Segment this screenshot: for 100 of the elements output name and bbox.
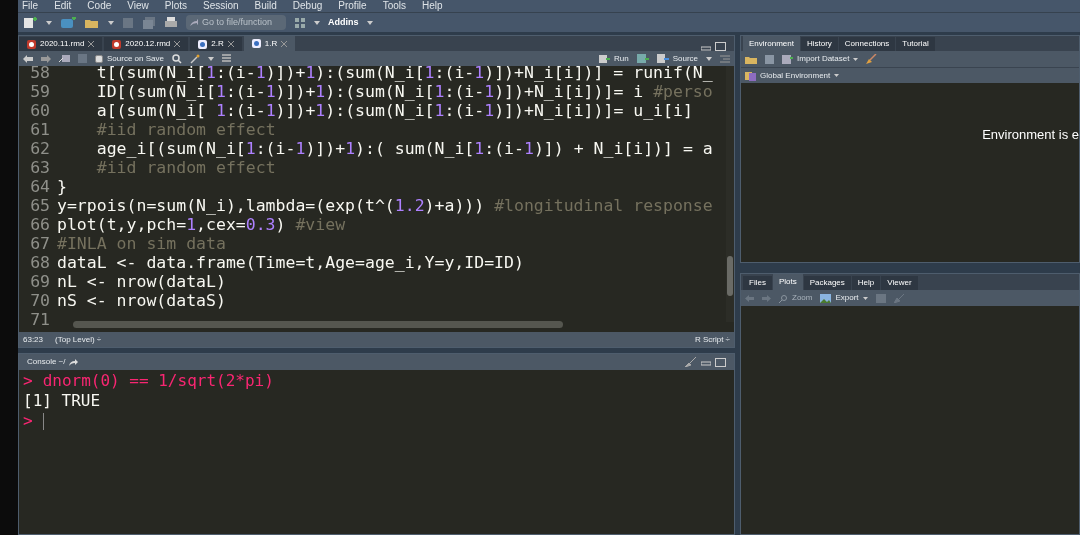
caret-icon[interactable] [314,20,320,25]
maximize-icon[interactable] [715,357,726,367]
scope-selector[interactable]: (Top Level) ÷ [55,333,102,346]
console-command: dnorm(0) == 1/sqrt(2*pi) [42,371,274,391]
pane-tab[interactable]: Plots [772,274,803,290]
image-icon [820,293,832,303]
menu-item[interactable]: Help [422,1,443,11]
menu-item[interactable]: Debug [292,1,323,11]
broom-icon[interactable] [866,54,878,64]
console-prompt: > [23,411,33,431]
caret-icon [834,74,840,77]
code-line: t[(sum(N_i[1:(i-1)])+1):(sum(N_i[1:(i-1)])+N_i[i])] = runif(N_ [95,66,713,82]
close-icon[interactable] [174,41,181,47]
pane-tab[interactable]: Environment [743,36,800,51]
caret-icon[interactable] [108,20,114,25]
pane-tab[interactable]: Viewer [881,276,918,290]
back-arrow-icon[interactable] [23,54,33,63]
grid-icon[interactable] [294,16,306,29]
code-line: age_i[(sum(N_i[1:(i-1)])+1):( sum(N_i[1:(i-1)]) + N_i[i])] = a [95,139,713,158]
close-icon[interactable] [88,41,95,47]
menu-item[interactable]: Edit [54,1,72,11]
scrollbar-thumb[interactable] [727,256,733,296]
editor-tab[interactable]: 2020.11.rmd [19,37,103,51]
broom-icon[interactable] [685,357,697,367]
editor-tab[interactable]: 2.R [190,37,242,51]
pane-tab[interactable]: History [800,37,838,51]
save-icon[interactable] [765,54,774,64]
close-icon[interactable] [281,40,288,47]
vertical-scrollbar[interactable] [726,66,734,322]
line-number: 71 [29,310,51,329]
line-number: 63 [29,158,51,177]
export-button[interactable]: Export [820,292,868,304]
editor-tab[interactable]: 1.R [243,36,296,51]
new-project-icon[interactable] [60,16,76,29]
source-on-save-checkbox[interactable]: Source on Save [95,52,164,65]
menu-item[interactable]: Plots [164,1,187,11]
line-number: 67 [29,234,51,253]
pane-tab[interactable]: Tutorial [896,37,935,51]
console-title: Console ~/ [27,356,66,368]
line-number: 58 [29,66,51,82]
save-all-icon[interactable] [142,16,156,29]
code-line: dataL <- data.frame(Time=t,Age=age_i,Y=y,ID=ID) [57,253,524,272]
pane-tab[interactable]: Help [851,276,881,290]
editor-tab[interactable]: 2020.12.rmd [104,37,189,51]
r-file-icon [198,39,208,49]
pane-tab[interactable]: Connections [838,37,896,51]
menu-item[interactable]: Build [254,1,277,11]
menu-item[interactable]: Tools [382,1,406,11]
show-in-window-icon[interactable] [59,54,70,63]
cursor-position: 63:23 [23,333,44,346]
source-icon [656,54,669,63]
pane-tab[interactable]: Packages [803,276,851,290]
new-file-icon[interactable] [22,16,38,29]
code-line: } [57,177,67,196]
print-icon[interactable] [164,16,178,29]
close-icon[interactable] [227,41,234,47]
file-type-selector[interactable]: R Script ÷ [694,333,730,346]
rerun-icon[interactable] [636,54,649,63]
caret-icon[interactable] [366,20,373,25]
minimize-icon[interactable] [701,358,711,366]
addins-button[interactable]: Addins [328,15,359,30]
cubes-icon [745,70,756,81]
code-line: #iid random effect [95,158,276,177]
menu-item[interactable]: Profile [338,1,367,11]
pane-tab[interactable]: Files [743,276,772,290]
caret-icon [862,296,868,300]
maximize-icon[interactable] [715,42,726,51]
rmarkdown-file-icon [27,39,36,49]
caret-icon[interactable] [706,56,712,61]
menu-item[interactable]: File [22,1,39,11]
run-button[interactable]: Run [598,52,629,65]
line-number: 66 [29,215,51,234]
wand-icon[interactable] [189,53,200,64]
line-number: 65 [29,196,51,215]
forward-arrow-icon[interactable] [41,54,51,63]
line-number: 62 [29,139,51,158]
horizontal-scrollbar[interactable] [73,321,563,328]
line-number: 64 [29,177,51,196]
menu-item[interactable]: Session [203,1,239,11]
caret-icon[interactable] [207,56,214,61]
search-icon [779,293,788,303]
code-line: #INLA on sim data [57,234,226,253]
code-line: ID[(sum(N_i[1:(i-1)])+1):(sum(N_i[1:(i-1)])+N_i[i])]= i #perso [95,82,713,101]
list-icon[interactable] [221,54,231,63]
source-button[interactable]: Source [656,52,698,65]
line-number: 68 [29,253,51,272]
console-output: [1] TRUE [23,391,101,411]
line-number: 60 [29,101,51,120]
code-line: #iid random effect [95,120,276,139]
r-file-icon [251,39,261,48]
menu-item[interactable]: View [127,1,149,11]
caret-icon[interactable] [46,20,52,25]
arrow-icon[interactable] [69,358,79,366]
go-to-file-field[interactable]: Go to file/function [186,15,286,30]
import-dataset-button[interactable]: Import Dataset [782,53,859,65]
menu-item[interactable]: Code [87,1,112,11]
search-icon[interactable] [171,53,182,64]
open-folder-icon[interactable] [745,54,757,64]
empty-environment-message: Environment is e [982,126,1079,144]
code-line: a[(sum(N_i[ 1:(i-1)])+1):(sum(N_i[1:(i-1)])+N_i[i])]= u_i[i] [95,101,693,120]
